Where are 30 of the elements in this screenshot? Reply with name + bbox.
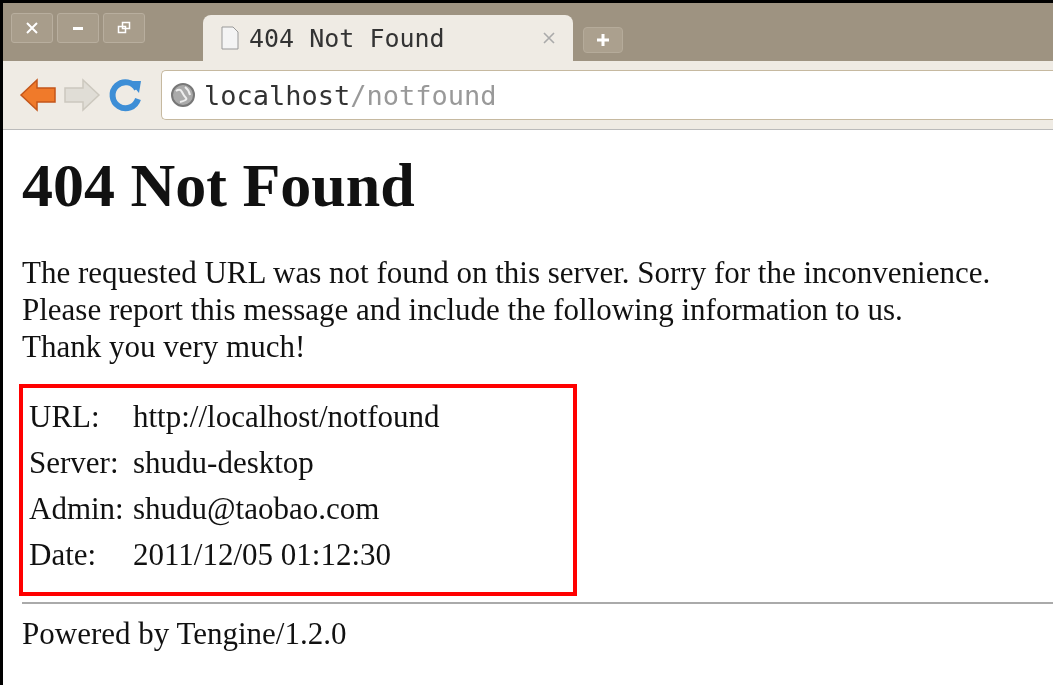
info-value: 2011/12/05 01:12:30 [133, 537, 392, 573]
info-label: URL: [29, 399, 101, 435]
back-icon[interactable] [19, 78, 57, 112]
tab-title: 404 Not Found [249, 23, 446, 53]
info-value: shudu@taobao.com [133, 491, 380, 527]
info-label: Server: [29, 445, 120, 481]
close-icon[interactable] [543, 32, 555, 44]
close-icon [25, 21, 39, 35]
address-host: localhost [204, 79, 351, 111]
info-value: http://localhost/notfound [133, 399, 440, 435]
reload-icon[interactable] [107, 77, 143, 113]
new-tab-button[interactable] [583, 27, 623, 53]
plus-icon [595, 32, 611, 48]
address-path: /notfound [350, 79, 497, 111]
minimize-button[interactable] [57, 13, 99, 43]
globe-icon [170, 82, 196, 108]
page-icon [221, 26, 239, 50]
info-label: Admin: [29, 491, 125, 527]
browser-tab[interactable]: 404 Not Found [203, 15, 573, 61]
restore-button[interactable] [103, 13, 145, 43]
close-button[interactable] [11, 13, 53, 43]
restore-icon [117, 21, 131, 35]
page-heading: 404 Not Found [22, 150, 416, 221]
info-label: Date: [29, 537, 98, 573]
address-bar[interactable]: localhost/notfound [161, 70, 1053, 120]
message-line: Please report this message and include the following information to us. [22, 291, 904, 328]
info-value: shudu-desktop [133, 445, 314, 481]
message-line: Thank you very much! [22, 328, 307, 365]
footer-text: Powered by Tengine/1.2.0 [22, 616, 348, 652]
message-line: The requested URL was not found on this server. Sorry for the inconvenience. [22, 254, 992, 291]
